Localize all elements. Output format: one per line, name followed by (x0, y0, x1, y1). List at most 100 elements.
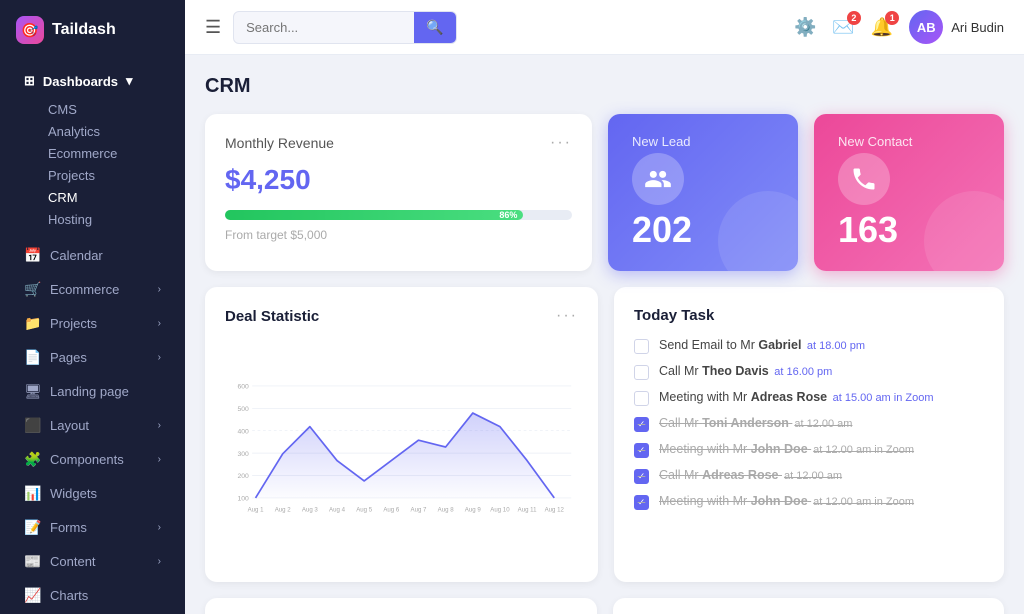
task-checkbox-checked[interactable]: ✓ (634, 469, 649, 484)
svg-text:Aug 8: Aug 8 (438, 506, 455, 513)
chevron-right-icon: › (158, 420, 161, 431)
task-time: at 16.00 pm (774, 366, 832, 378)
revenue-card-menu[interactable]: ··· (550, 134, 572, 152)
new-lead-count: 202 (632, 209, 692, 251)
deal-card-menu[interactable]: ··· (556, 307, 578, 325)
sidebar-item-dashboards[interactable]: ⊞ Dashboards ▾ (8, 65, 177, 97)
header: ☰ 🔍 ⚙️ ✉️ 2 🔔 1 AB Ari Budin (185, 0, 1024, 55)
sidebar-item-calendar[interactable]: 📅 Calendar (8, 239, 177, 272)
sidebar-charts-label: Charts (50, 588, 88, 603)
layout-icon: ⬛ (24, 417, 42, 434)
chevron-right-icon: › (158, 352, 161, 363)
svg-text:Aug 9: Aug 9 (465, 506, 482, 513)
sidebar-item-projects-nav[interactable]: 📁 Projects › (8, 307, 177, 340)
search-button[interactable]: 🔍 (414, 12, 455, 43)
task-person: Adreas Rose (751, 390, 827, 404)
task-item: Meeting with Mr Adreas Rose at 15.00 am … (634, 390, 984, 406)
task-item-done: ✓ Call Mr Toni Anderson at 12.00 am (634, 416, 984, 432)
logo[interactable]: 🎯 Taildash (0, 0, 185, 60)
sidebar-item-landing[interactable]: 🖥 Landing page (8, 375, 177, 408)
pages-icon: 📄 (24, 349, 42, 366)
revenue-amount: $4,250 (225, 164, 572, 196)
svg-text:Aug 2: Aug 2 (275, 506, 292, 513)
header-icons: ⚙️ ✉️ 2 🔔 1 AB Ari Budin (794, 10, 1004, 44)
sidebar-item-layout[interactable]: ⬛ Layout › (8, 409, 177, 442)
new-lead-icon-wrap (632, 153, 684, 205)
chevron-down-icon: ▾ (126, 73, 133, 89)
task-text: Call Mr Theo Davis at 16.00 pm (659, 364, 832, 378)
sidebar-item-crm[interactable]: CRM (8, 186, 177, 207)
sidebar-landing-label: Landing page (50, 384, 129, 399)
task-text: Send Email to Mr Gabriel at 18.00 pm (659, 338, 865, 352)
top-cards-row: Monthly Revenue ··· $4,250 86% From targ… (205, 114, 1004, 271)
user-avatar-wrap[interactable]: AB Ari Budin (909, 10, 1004, 44)
task-person: Gabriel (758, 338, 801, 352)
task-time: at 12.00 am (784, 470, 842, 482)
today-task-card: Today Task Send Email to Mr Gabriel at 1… (614, 287, 1004, 582)
revenue-card-title: Monthly Revenue (225, 135, 334, 151)
deal-pipeline-card: Deal Pipeline ··· (613, 598, 1005, 614)
sidebar-item-ecommerce-nav[interactable]: 🛒 Ecommerce › (8, 273, 177, 306)
sidebar-layout-label: Layout (50, 418, 89, 433)
charts-icon: 📈 (24, 587, 42, 604)
sidebar-item-analytics[interactable]: Analytics (8, 120, 177, 141)
bell-badge: 1 (885, 11, 899, 25)
projects-icon: 📁 (24, 315, 42, 332)
task-person: John Doe (751, 442, 808, 456)
sidebar-item-hosting[interactable]: Hosting (8, 208, 177, 229)
task-person: Toni Anderson (702, 416, 789, 430)
sidebar-dashboards-label: Dashboards (43, 74, 118, 89)
task-time: at 12.00 am in Zoom (813, 496, 914, 508)
sidebar-projects-label: Projects (50, 316, 97, 331)
sidebar-forms-label: Forms (50, 520, 87, 535)
calendar-icon: 📅 (24, 247, 42, 264)
task-time: at 15.00 am in Zoom (833, 392, 934, 404)
sidebar-item-content[interactable]: 📰 Content › (8, 545, 177, 578)
svg-text:200: 200 (237, 473, 249, 480)
search-input[interactable] (234, 13, 414, 42)
svg-text:500: 500 (237, 406, 249, 413)
sidebar-item-cms[interactable]: CMS (8, 98, 177, 119)
new-lead-card: New Lead 202 (608, 114, 798, 271)
sidebar-item-components[interactable]: 🧩 Components › (8, 443, 177, 476)
mail-icon-wrap[interactable]: ✉️ 2 (832, 17, 854, 38)
svg-text:Aug 11: Aug 11 (518, 506, 537, 513)
sidebar-item-forms[interactable]: 📝 Forms › (8, 511, 177, 544)
bell-icon-wrap[interactable]: 🔔 1 (871, 17, 893, 38)
settings-icon-wrap[interactable]: ⚙️ (794, 17, 816, 38)
hamburger-icon[interactable]: ☰ (205, 17, 221, 38)
task-text: Meeting with Mr Adreas Rose at 15.00 am … (659, 390, 934, 404)
sidebar-item-charts[interactable]: 📈 Charts (8, 579, 177, 612)
new-contact-content: New Contact 163 (838, 134, 912, 251)
task-checkbox-checked[interactable]: ✓ (634, 417, 649, 432)
task-time: at 12.00 am (794, 418, 852, 430)
bottom-row: Deal Statistic ··· 600 500 (205, 287, 1004, 582)
task-item-done: ✓ Meeting with Mr John Doe at 12.00 am i… (634, 442, 984, 458)
task-item-done: ✓ Call Mr Adreas Rose at 12.00 am (634, 468, 984, 484)
deal-statistic-card: Deal Statistic ··· 600 500 (205, 287, 598, 582)
svg-text:300: 300 (237, 451, 249, 458)
chevron-right-icon: › (158, 454, 161, 465)
sidebar-item-pages[interactable]: 📄 Pages › (8, 341, 177, 374)
task-text: Call Mr Toni Anderson at 12.00 am (659, 416, 852, 430)
recent-leads-card: Recent Leads ··· (205, 598, 597, 614)
task-person: Adreas Rose (702, 468, 778, 482)
task-checkbox[interactable] (634, 365, 649, 380)
svg-text:Aug 4: Aug 4 (329, 506, 346, 513)
task-checkbox-checked[interactable]: ✓ (634, 443, 649, 458)
sidebar-item-ecommerce[interactable]: Ecommerce (8, 142, 177, 163)
sidebar-item-projects[interactable]: Projects (8, 164, 177, 185)
page-title: CRM (205, 75, 1004, 98)
chart-area: 600 500 400 300 200 100 (225, 337, 578, 562)
sidebar-nav-section: 📅 Calendar 🛒 Ecommerce › 📁 Projects › 📄 … (0, 234, 185, 614)
content-area: CRM Monthly Revenue ··· $4,250 86% From … (185, 55, 1024, 614)
sidebar-item-widgets[interactable]: 📊 Widgets (8, 477, 177, 510)
monthly-revenue-card: Monthly Revenue ··· $4,250 86% From targ… (205, 114, 592, 271)
sidebar-content-label: Content (50, 554, 96, 569)
task-checkbox[interactable] (634, 391, 649, 406)
main-content: ☰ 🔍 ⚙️ ✉️ 2 🔔 1 AB Ari Budin CRM (185, 0, 1024, 614)
task-checkbox-checked[interactable]: ✓ (634, 495, 649, 510)
deal-card-header: Deal Statistic ··· (225, 307, 578, 325)
task-checkbox[interactable] (634, 339, 649, 354)
task-person: John Doe (751, 494, 808, 508)
